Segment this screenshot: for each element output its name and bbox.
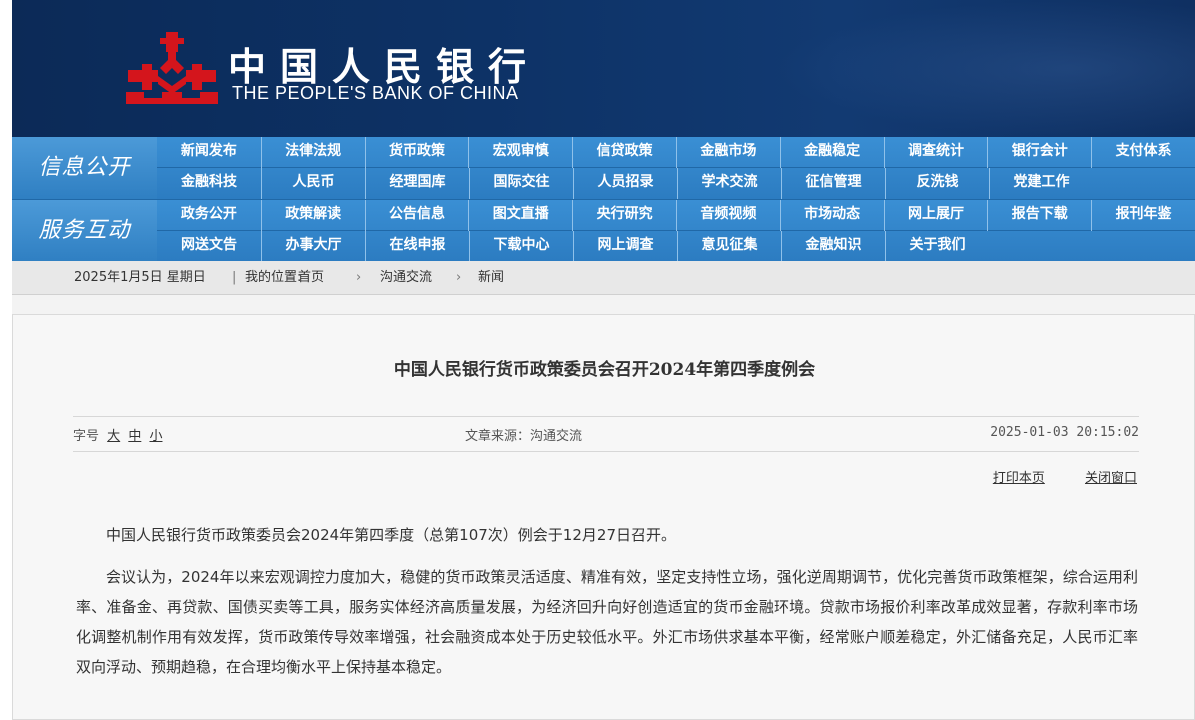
nav-row-info-2: 金融科技 人民币 经理国库 国际交往 人员招录 学术交流 征信管理 反洗钱 党建… <box>157 168 1195 199</box>
nav-item-government-affairs[interactable]: 政务公开 <box>157 200 261 231</box>
nav-item-announcements[interactable]: 公告信息 <box>364 200 469 231</box>
banner-glow <box>775 0 1195 137</box>
nav-item-statistics[interactable]: 调查统计 <box>883 137 988 168</box>
nav-item-report-download[interactable]: 报告下载 <box>987 200 1091 231</box>
nav-item-research[interactable]: 央行研究 <box>572 200 676 231</box>
article-meta: 字号 大 中 小 文章来源：沟通交流 2025-01-03 20:15:02 <box>73 425 1139 445</box>
nav-item-policy-interpretation[interactable]: 政策解读 <box>260 200 365 231</box>
header-banner: 中国人民银行 THE PEOPLE'S BANK OF CHINA <box>12 0 1195 137</box>
nav-item-payment-system[interactable]: 支付体系 <box>1091 137 1195 168</box>
article-panel: 中国人民银行货币政策委员会召开2024年第四季度例会 字号 大 中 小 文章来源… <box>12 314 1195 720</box>
article-body: 中国人民银行货币政策委员会2024年第四季度（总第107次）例会于12月27日召… <box>76 520 1138 694</box>
nav-item-fintech[interactable]: 金融科技 <box>157 168 261 199</box>
breadcrumb: 2025年1月5日 星期日 | 我的位置: 首页 › 沟通交流 › 新闻 <box>12 261 1195 295</box>
nav-item-live-broadcast[interactable]: 图文直播 <box>468 200 572 231</box>
breadcrumb-arrow-icon: › <box>456 270 462 285</box>
nav-item-laws[interactable]: 法律法规 <box>260 137 365 168</box>
nav-item-macroprudential[interactable]: 宏观审慎 <box>468 137 572 168</box>
nav-label-info: 信息公开 <box>12 137 157 199</box>
nav-item-audio-video[interactable]: 音频视频 <box>675 200 780 231</box>
nav-item-service-hall[interactable]: 办事大厅 <box>261 231 365 262</box>
nav-item-news-release[interactable]: 新闻发布 <box>157 137 261 168</box>
article-paragraph: 会议认为，2024年以来宏观调控力度加大，稳健的货币政策灵活适度、精准有效，坚定… <box>76 568 1138 676</box>
close-window-link[interactable]: 关闭窗口 <box>1085 471 1137 486</box>
current-date: 2025年1月5日 星期日 <box>74 270 206 285</box>
nav-item-academic[interactable]: 学术交流 <box>677 168 781 199</box>
nav-item-online-survey[interactable]: 网上调查 <box>573 231 677 262</box>
nav-row-service-2: 网送文告 办事大厅 在线申报 下载中心 网上调查 意见征集 金融知识 关于我们 <box>157 231 1195 262</box>
nav-block-service: 服务互动 政务公开 政策解读 公告信息 图文直播 央行研究 音频视频 市场动态 … <box>12 199 1195 262</box>
nav-item-online-declaration[interactable]: 在线申报 <box>365 231 469 262</box>
divider-bottom <box>73 451 1139 452</box>
breadcrumb-home-link[interactable]: 首页 <box>298 261 324 294</box>
nav-item-monetary-policy[interactable]: 货币政策 <box>364 137 469 168</box>
nav-item-bank-accounting[interactable]: 银行会计 <box>987 137 1091 168</box>
nav-item-party-building[interactable]: 党建工作 <box>989 168 1093 199</box>
breadcrumb-news-link[interactable]: 新闻 <box>478 261 504 294</box>
nav-item-rmb[interactable]: 人民币 <box>261 168 365 199</box>
article-source: 文章来源：沟通交流 <box>465 429 583 444</box>
pboc-logo-icon[interactable] <box>122 30 222 110</box>
location-label: 我的位置: <box>245 270 302 285</box>
nav-row-service-1: 政务公开 政策解读 公告信息 图文直播 央行研究 音频视频 市场动态 网上展厅 … <box>157 200 1195 231</box>
breadcrumb-divider: | <box>232 270 237 285</box>
nav-item-market-dynamics[interactable]: 市场动态 <box>779 200 884 231</box>
article-title: 中国人民银行货币政策委员会召开2024年第四季度例会 <box>393 360 816 380</box>
nav-row-info-1: 新闻发布 法律法规 货币政策 宏观审慎 信贷政策 金融市场 金融稳定 调查统计 … <box>157 137 1195 168</box>
main-navigation: 信息公开 新闻发布 法律法规 货币政策 宏观审慎 信贷政策 金融市场 金融稳定 … <box>12 137 1195 262</box>
divider-top <box>73 416 1139 417</box>
page-frame: 中国人民银行 THE PEOPLE'S BANK OF CHINA 信息公开 新… <box>12 0 1195 720</box>
nav-item-credit-reference[interactable]: 征信管理 <box>781 168 885 199</box>
font-size-label: 字号 <box>73 429 100 444</box>
font-size-control: 字号 大 中 小 <box>73 425 162 444</box>
nav-item-yearbooks[interactable]: 报刊年鉴 <box>1091 200 1195 231</box>
font-size-large-link[interactable]: 大 <box>107 429 120 444</box>
nav-item-public-opinion[interactable]: 意见征集 <box>677 231 781 262</box>
nav-item-download-center[interactable]: 下载中心 <box>469 231 573 262</box>
nav-item-anti-money-laundering[interactable]: 反洗钱 <box>885 168 989 199</box>
nav-block-info: 信息公开 新闻发布 法律法规 货币政策 宏观审慎 信贷政策 金融市场 金融稳定 … <box>12 137 1195 199</box>
breadcrumb-communication-link[interactable]: 沟通交流 <box>380 261 432 294</box>
logo-english-name: THE PEOPLE'S BANK OF CHINA <box>232 83 519 103</box>
nav-item-international[interactable]: 国际交往 <box>469 168 573 199</box>
nav-item-credit-policy[interactable]: 信贷政策 <box>572 137 676 168</box>
nav-item-financial-knowledge[interactable]: 金融知识 <box>781 231 885 262</box>
article-paragraph: 中国人民银行货币政策委员会2024年第四季度（总第107次）例会于12月27日召… <box>106 526 676 544</box>
font-size-small-link[interactable]: 小 <box>149 429 162 444</box>
font-size-medium-link[interactable]: 中 <box>128 429 141 444</box>
nav-item-about-us[interactable]: 关于我们 <box>885 231 989 262</box>
article-timestamp: 2025-01-03 20:15:02 <box>990 425 1139 440</box>
article-actions: 打印本页 关闭窗口 <box>957 467 1137 486</box>
nav-item-recruitment[interactable]: 人员招录 <box>573 168 677 199</box>
nav-item-treasury[interactable]: 经理国库 <box>365 168 469 199</box>
nav-item-online-exhibition[interactable]: 网上展厅 <box>883 200 988 231</box>
print-page-link[interactable]: 打印本页 <box>993 471 1045 486</box>
nav-item-financial-stability[interactable]: 金融稳定 <box>779 137 884 168</box>
nav-label-service: 服务互动 <box>12 200 157 262</box>
nav-item-financial-market[interactable]: 金融市场 <box>675 137 780 168</box>
nav-item-notices[interactable]: 网送文告 <box>157 231 261 262</box>
breadcrumb-arrow-icon: › <box>356 270 362 285</box>
